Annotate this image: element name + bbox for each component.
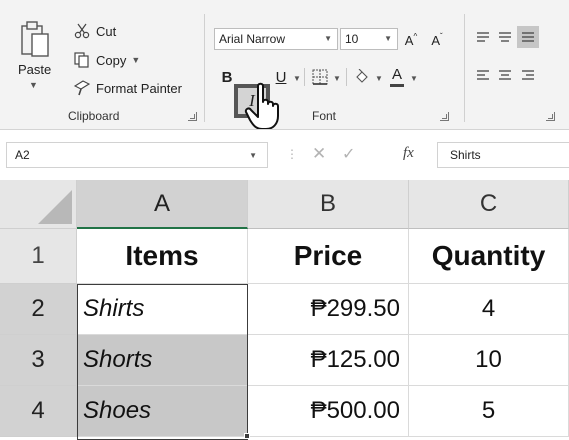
format-painter-icon	[72, 80, 92, 96]
group-divider	[464, 14, 465, 122]
cell-a2[interactable]: Shirts	[77, 284, 248, 335]
format-painter-button[interactable]: Format Painter	[72, 77, 182, 99]
dialog-launcher-icon[interactable]	[546, 112, 555, 121]
row-header-3[interactable]: 3	[0, 335, 77, 386]
chevron-down-icon[interactable]: ▼	[333, 74, 341, 83]
chevron-down-icon[interactable]: ▼	[410, 74, 418, 83]
font-color-label: A	[391, 66, 402, 83]
borders-button[interactable]	[310, 67, 330, 87]
checkmark-icon[interactable]: ✓	[342, 144, 355, 164]
fill-handle[interactable]	[244, 433, 250, 439]
font-color-swatch	[390, 84, 404, 87]
formula-bar: A2 ▼ ⋮ ✕ ✓ fx Shirts	[0, 138, 569, 172]
caret-up-icon: ^	[413, 31, 418, 41]
column-header-b[interactable]: B	[248, 180, 409, 229]
cell-c2[interactable]: 4	[409, 284, 569, 335]
chevron-down-icon[interactable]: ▼	[29, 80, 38, 90]
cut-label: Cut	[96, 23, 117, 39]
cell-a4[interactable]: Shoes	[77, 386, 248, 437]
align-center-button[interactable]	[496, 66, 514, 84]
cell-b3[interactable]: ₱125.00	[248, 335, 409, 386]
align-middle-button[interactable]	[496, 28, 514, 46]
clipboard-group-label: Clipboard	[68, 109, 120, 123]
cell-c3[interactable]: 10	[409, 335, 569, 386]
cell-b2[interactable]: ₱299.50	[248, 284, 409, 335]
name-box[interactable]: A2 ▼	[6, 142, 268, 168]
formula-value: Shirts	[450, 148, 481, 162]
toolbar-divider	[346, 68, 347, 86]
align-top-button[interactable]	[474, 28, 492, 46]
dialog-launcher-icon[interactable]	[440, 112, 449, 121]
hand-cursor-icon	[244, 82, 279, 129]
paint-bucket-icon	[356, 69, 368, 83]
name-box-value: A2	[15, 148, 30, 162]
scissors-icon	[72, 23, 92, 39]
toolbar-divider	[304, 68, 305, 86]
align-right-icon	[522, 70, 534, 80]
grow-font-button[interactable]: A ^	[402, 30, 420, 50]
align-left-button[interactable]	[474, 66, 492, 84]
align-bottom-button[interactable]	[517, 26, 539, 48]
cell-c4[interactable]: 5	[409, 386, 569, 437]
spreadsheet-grid: A B C 1 2 3 4 Items Price Quantity Shirt…	[0, 180, 569, 440]
header-cell-items[interactable]: Items	[77, 229, 248, 284]
align-center-icon	[499, 70, 511, 80]
row-header-1[interactable]: 1	[0, 229, 77, 284]
font-color-button[interactable]: A	[388, 64, 406, 90]
paste-button[interactable]: Paste ▼	[14, 18, 58, 100]
group-divider	[204, 14, 205, 122]
font-size-select[interactable]: 10 ▼	[340, 28, 398, 50]
shrink-font-label: A	[431, 32, 440, 48]
ribbon: Paste ▼ Cut Copy ▼ Format Painter Clipbo…	[0, 0, 569, 130]
cut-button[interactable]: Cut	[72, 20, 116, 42]
row-header-2[interactable]: 2	[0, 284, 77, 335]
font-family-value: Arial Narrow	[219, 32, 286, 46]
chevron-down-icon: ▼	[324, 34, 332, 43]
row-header-4[interactable]: 4	[0, 386, 77, 437]
font-group-label: Font	[312, 109, 337, 123]
bold-label: B	[221, 68, 233, 86]
select-all-button[interactable]	[0, 180, 77, 229]
resize-handle-icon[interactable]: ⋮	[286, 147, 298, 161]
select-all-triangle-icon	[38, 190, 72, 224]
shrink-font-button[interactable]: Aˇ	[428, 30, 446, 50]
align-middle-icon	[499, 32, 511, 42]
cancel-icon[interactable]: ✕	[312, 144, 326, 164]
column-header-c[interactable]: C	[409, 180, 569, 229]
header-cell-quantity[interactable]: Quantity	[409, 229, 569, 284]
grow-font-label: A	[404, 32, 414, 48]
dialog-launcher-icon[interactable]	[188, 112, 197, 121]
caret-down-icon: ˇ	[440, 31, 443, 41]
paste-label: Paste	[18, 62, 52, 77]
formula-input[interactable]: Shirts	[437, 142, 569, 168]
cell-a3[interactable]: Shorts	[77, 335, 248, 386]
align-right-button[interactable]	[519, 66, 537, 84]
chevron-down-icon[interactable]: ▼	[249, 151, 257, 160]
align-bottom-icon	[522, 32, 534, 42]
format-painter-label: Format Painter	[96, 80, 182, 96]
fill-color-button[interactable]	[352, 67, 372, 87]
cell-b4[interactable]: ₱500.00	[248, 386, 409, 437]
align-top-icon	[477, 32, 489, 42]
copy-label: Copy	[96, 52, 127, 68]
clipboard-icon	[21, 21, 49, 57]
header-cell-price[interactable]: Price	[248, 229, 409, 284]
chevron-down-icon[interactable]: ▼	[131, 55, 140, 65]
chevron-down-icon[interactable]: ▼	[375, 74, 383, 83]
align-left-icon	[477, 70, 489, 80]
insert-function-button[interactable]: fx	[403, 145, 414, 162]
font-family-select[interactable]: Arial Narrow ▼	[214, 28, 338, 50]
font-size-value: 10	[345, 32, 359, 46]
chevron-down-icon: ▼	[384, 34, 392, 43]
copy-icon	[72, 52, 92, 68]
column-header-a[interactable]: A	[77, 180, 248, 229]
borders-icon	[312, 69, 328, 85]
copy-button[interactable]: Copy ▼	[72, 49, 140, 71]
